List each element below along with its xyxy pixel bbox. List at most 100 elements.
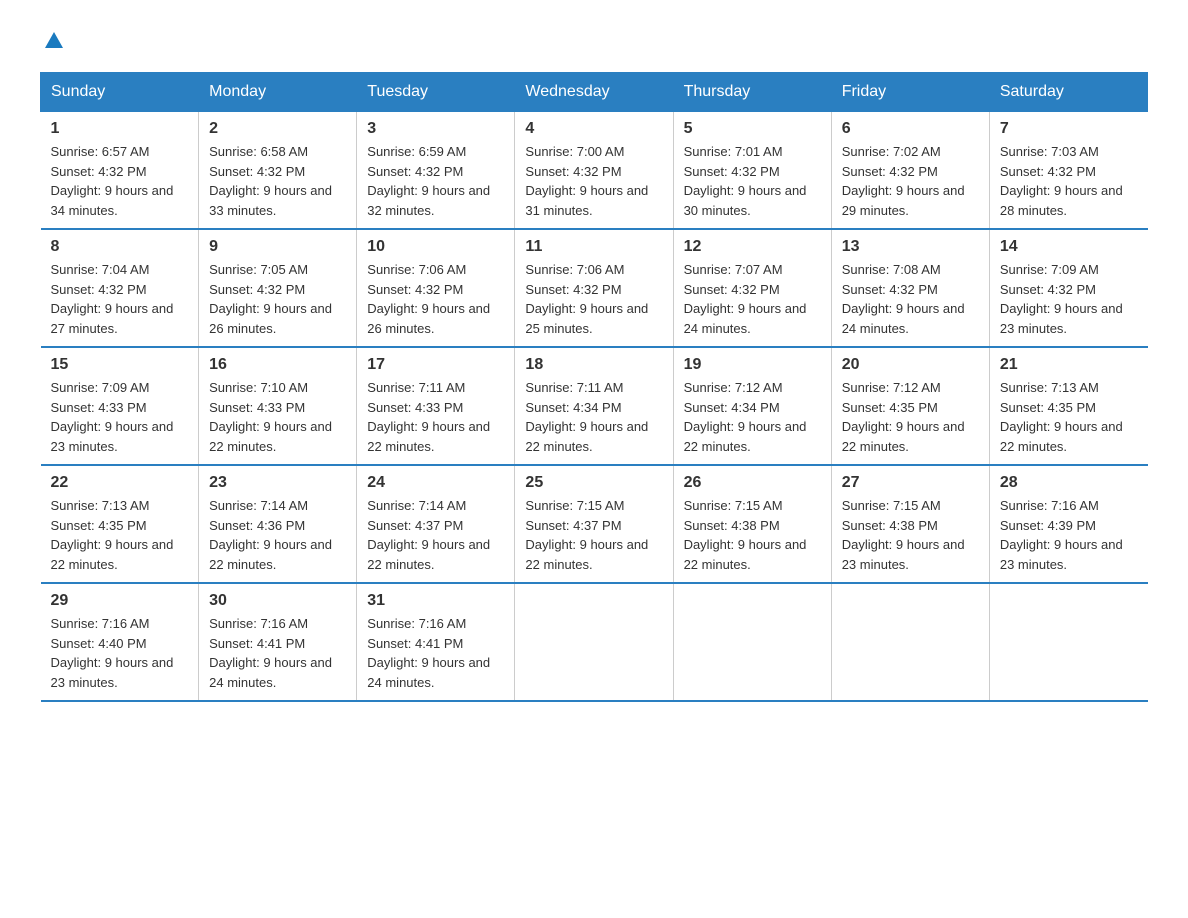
day-number: 5 — [684, 120, 821, 138]
day-number: 23 — [209, 474, 346, 492]
calendar-cell: 24 Sunrise: 7:14 AM Sunset: 4:37 PM Dayl… — [357, 465, 515, 583]
day-number: 28 — [1000, 474, 1138, 492]
calendar-cell: 19 Sunrise: 7:12 AM Sunset: 4:34 PM Dayl… — [673, 347, 831, 465]
calendar-cell — [673, 583, 831, 701]
calendar-cell: 7 Sunrise: 7:03 AM Sunset: 4:32 PM Dayli… — [989, 112, 1147, 230]
day-number: 19 — [684, 356, 821, 374]
day-info: Sunrise: 7:10 AM Sunset: 4:33 PM Dayligh… — [209, 378, 346, 456]
calendar-week-row: 22 Sunrise: 7:13 AM Sunset: 4:35 PM Dayl… — [41, 465, 1148, 583]
day-of-week-header: Monday — [199, 73, 357, 112]
calendar-cell: 2 Sunrise: 6:58 AM Sunset: 4:32 PM Dayli… — [199, 112, 357, 230]
day-info: Sunrise: 7:16 AM Sunset: 4:41 PM Dayligh… — [209, 614, 346, 692]
day-info: Sunrise: 7:16 AM Sunset: 4:39 PM Dayligh… — [1000, 496, 1138, 574]
day-info: Sunrise: 7:16 AM Sunset: 4:41 PM Dayligh… — [367, 614, 504, 692]
calendar-cell — [515, 583, 673, 701]
calendar-cell: 6 Sunrise: 7:02 AM Sunset: 4:32 PM Dayli… — [831, 112, 989, 230]
day-info: Sunrise: 7:01 AM Sunset: 4:32 PM Dayligh… — [684, 142, 821, 220]
day-info: Sunrise: 7:15 AM Sunset: 4:38 PM Dayligh… — [684, 496, 821, 574]
calendar-cell: 9 Sunrise: 7:05 AM Sunset: 4:32 PM Dayli… — [199, 229, 357, 347]
day-of-week-header: Wednesday — [515, 73, 673, 112]
calendar-cell: 23 Sunrise: 7:14 AM Sunset: 4:36 PM Dayl… — [199, 465, 357, 583]
calendar-cell: 10 Sunrise: 7:06 AM Sunset: 4:32 PM Dayl… — [357, 229, 515, 347]
calendar-cell: 27 Sunrise: 7:15 AM Sunset: 4:38 PM Dayl… — [831, 465, 989, 583]
day-info: Sunrise: 7:06 AM Sunset: 4:32 PM Dayligh… — [367, 260, 504, 338]
calendar-cell: 30 Sunrise: 7:16 AM Sunset: 4:41 PM Dayl… — [199, 583, 357, 701]
day-info: Sunrise: 6:57 AM Sunset: 4:32 PM Dayligh… — [51, 142, 189, 220]
day-of-week-header: Tuesday — [357, 73, 515, 112]
day-info: Sunrise: 7:00 AM Sunset: 4:32 PM Dayligh… — [525, 142, 662, 220]
calendar-cell: 18 Sunrise: 7:11 AM Sunset: 4:34 PM Dayl… — [515, 347, 673, 465]
calendar-cell: 12 Sunrise: 7:07 AM Sunset: 4:32 PM Dayl… — [673, 229, 831, 347]
calendar-cell: 16 Sunrise: 7:10 AM Sunset: 4:33 PM Dayl… — [199, 347, 357, 465]
day-info: Sunrise: 7:07 AM Sunset: 4:32 PM Dayligh… — [684, 260, 821, 338]
page-header — [40, 30, 1148, 52]
day-number: 13 — [842, 238, 979, 256]
calendar-cell: 29 Sunrise: 7:16 AM Sunset: 4:40 PM Dayl… — [41, 583, 199, 701]
day-number: 16 — [209, 356, 346, 374]
day-of-week-header: Saturday — [989, 73, 1147, 112]
calendar-cell: 31 Sunrise: 7:16 AM Sunset: 4:41 PM Dayl… — [357, 583, 515, 701]
day-number: 17 — [367, 356, 504, 374]
calendar-cell: 15 Sunrise: 7:09 AM Sunset: 4:33 PM Dayl… — [41, 347, 199, 465]
calendar-week-row: 1 Sunrise: 6:57 AM Sunset: 4:32 PM Dayli… — [41, 112, 1148, 230]
calendar-week-row: 29 Sunrise: 7:16 AM Sunset: 4:40 PM Dayl… — [41, 583, 1148, 701]
day-number: 3 — [367, 120, 504, 138]
day-of-week-header: Thursday — [673, 73, 831, 112]
day-info: Sunrise: 7:03 AM Sunset: 4:32 PM Dayligh… — [1000, 142, 1138, 220]
calendar-table: SundayMondayTuesdayWednesdayThursdayFrid… — [40, 72, 1148, 702]
day-info: Sunrise: 7:08 AM Sunset: 4:32 PM Dayligh… — [842, 260, 979, 338]
calendar-cell: 8 Sunrise: 7:04 AM Sunset: 4:32 PM Dayli… — [41, 229, 199, 347]
calendar-cell: 25 Sunrise: 7:15 AM Sunset: 4:37 PM Dayl… — [515, 465, 673, 583]
day-number: 15 — [51, 356, 189, 374]
day-number: 25 — [525, 474, 662, 492]
day-info: Sunrise: 7:15 AM Sunset: 4:38 PM Dayligh… — [842, 496, 979, 574]
day-info: Sunrise: 6:58 AM Sunset: 4:32 PM Dayligh… — [209, 142, 346, 220]
calendar-cell: 13 Sunrise: 7:08 AM Sunset: 4:32 PM Dayl… — [831, 229, 989, 347]
day-info: Sunrise: 7:09 AM Sunset: 4:33 PM Dayligh… — [51, 378, 189, 456]
day-info: Sunrise: 7:16 AM Sunset: 4:40 PM Dayligh… — [51, 614, 189, 692]
day-number: 29 — [51, 592, 189, 610]
day-number: 27 — [842, 474, 979, 492]
calendar-cell: 3 Sunrise: 6:59 AM Sunset: 4:32 PM Dayli… — [357, 112, 515, 230]
day-number: 20 — [842, 356, 979, 374]
day-info: Sunrise: 7:04 AM Sunset: 4:32 PM Dayligh… — [51, 260, 189, 338]
calendar-week-row: 15 Sunrise: 7:09 AM Sunset: 4:33 PM Dayl… — [41, 347, 1148, 465]
day-info: Sunrise: 7:14 AM Sunset: 4:36 PM Dayligh… — [209, 496, 346, 574]
calendar-cell: 11 Sunrise: 7:06 AM Sunset: 4:32 PM Dayl… — [515, 229, 673, 347]
calendar-cell — [831, 583, 989, 701]
day-number: 21 — [1000, 356, 1138, 374]
day-number: 2 — [209, 120, 346, 138]
day-number: 10 — [367, 238, 504, 256]
calendar-cell: 28 Sunrise: 7:16 AM Sunset: 4:39 PM Dayl… — [989, 465, 1147, 583]
calendar-cell: 5 Sunrise: 7:01 AM Sunset: 4:32 PM Dayli… — [673, 112, 831, 230]
day-info: Sunrise: 7:11 AM Sunset: 4:33 PM Dayligh… — [367, 378, 504, 456]
day-of-week-header: Friday — [831, 73, 989, 112]
day-number: 8 — [51, 238, 189, 256]
day-number: 6 — [842, 120, 979, 138]
day-info: Sunrise: 7:12 AM Sunset: 4:34 PM Dayligh… — [684, 378, 821, 456]
day-number: 30 — [209, 592, 346, 610]
day-info: Sunrise: 7:09 AM Sunset: 4:32 PM Dayligh… — [1000, 260, 1138, 338]
logo-arrow-icon — [43, 30, 65, 52]
day-info: Sunrise: 7:12 AM Sunset: 4:35 PM Dayligh… — [842, 378, 979, 456]
calendar-cell: 1 Sunrise: 6:57 AM Sunset: 4:32 PM Dayli… — [41, 112, 199, 230]
day-number: 9 — [209, 238, 346, 256]
day-info: Sunrise: 7:02 AM Sunset: 4:32 PM Dayligh… — [842, 142, 979, 220]
day-number: 4 — [525, 120, 662, 138]
calendar-cell: 22 Sunrise: 7:13 AM Sunset: 4:35 PM Dayl… — [41, 465, 199, 583]
day-number: 22 — [51, 474, 189, 492]
day-number: 1 — [51, 120, 189, 138]
day-number: 7 — [1000, 120, 1138, 138]
day-info: Sunrise: 6:59 AM Sunset: 4:32 PM Dayligh… — [367, 142, 504, 220]
calendar-cell: 14 Sunrise: 7:09 AM Sunset: 4:32 PM Dayl… — [989, 229, 1147, 347]
day-info: Sunrise: 7:13 AM Sunset: 4:35 PM Dayligh… — [1000, 378, 1138, 456]
calendar-cell: 4 Sunrise: 7:00 AM Sunset: 4:32 PM Dayli… — [515, 112, 673, 230]
day-of-week-header: Sunday — [41, 73, 199, 112]
day-number: 14 — [1000, 238, 1138, 256]
day-number: 12 — [684, 238, 821, 256]
calendar-cell: 21 Sunrise: 7:13 AM Sunset: 4:35 PM Dayl… — [989, 347, 1147, 465]
day-number: 26 — [684, 474, 821, 492]
calendar-week-row: 8 Sunrise: 7:04 AM Sunset: 4:32 PM Dayli… — [41, 229, 1148, 347]
logo — [40, 30, 65, 52]
day-number: 11 — [525, 238, 662, 256]
